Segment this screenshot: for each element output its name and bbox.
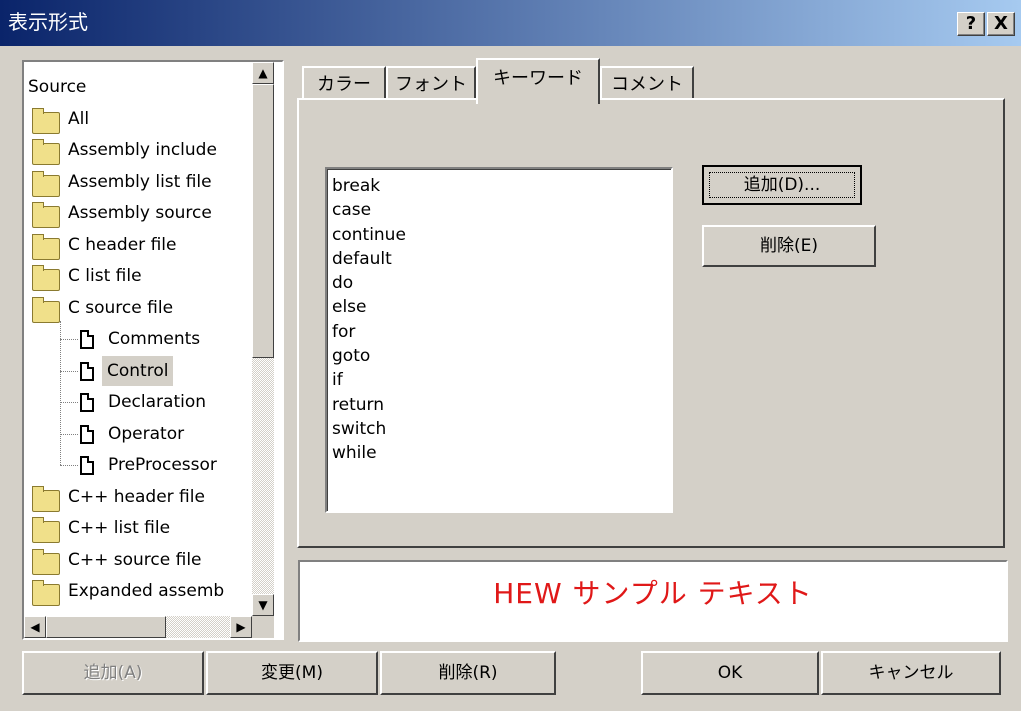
delete-button[interactable]: 削除(R) (380, 651, 556, 695)
title-bar: 表示形式 ? X (0, 0, 1021, 46)
close-button[interactable]: X (987, 12, 1015, 36)
cancel-button[interactable]: キャンセル (821, 651, 1001, 695)
add-button[interactable]: 追加(A) (22, 651, 204, 695)
scroll-right-button[interactable]: ▶ (230, 616, 252, 638)
tree-item-label: Expanded assemb (68, 581, 225, 601)
folder-icon (32, 107, 60, 134)
document-icon (80, 361, 94, 381)
folder-icon (32, 296, 60, 323)
tree-connector (60, 339, 78, 340)
keyword-item[interactable]: break (332, 174, 671, 198)
focus-rect (709, 172, 855, 198)
tab-comment[interactable]: コメント (600, 66, 694, 100)
vscroll-thumb[interactable] (252, 84, 274, 358)
category-tree[interactable]: Source All Assembly include Assembly list f… (22, 60, 284, 640)
tree-item-label: C list file (68, 266, 142, 286)
keyword-item[interactable]: goto (332, 344, 671, 368)
folder-icon (32, 202, 60, 228)
delete-keyword-label: 削除(E) (759, 236, 818, 256)
tree-item-label: All (68, 108, 90, 129)
scroll-corner (252, 616, 274, 638)
keyword-item[interactable]: do (332, 271, 671, 295)
keyword-item[interactable]: else (332, 295, 671, 319)
folder-icon (32, 548, 60, 575)
keyword-item[interactable]: switch (332, 417, 671, 441)
tree-connector (60, 433, 78, 435)
tree-item-label: Declaration (108, 392, 207, 412)
document-icon (80, 424, 94, 444)
folder-icon (32, 517, 60, 543)
keyword-list[interactable]: break case continue default do else for goto if r… (325, 167, 673, 513)
keyword-item[interactable]: continue (332, 223, 671, 247)
help-button[interactable]: ? (957, 12, 985, 36)
tree-item-label: Operator (108, 423, 185, 444)
ok-button[interactable]: OK (641, 651, 819, 695)
document-icon (80, 456, 94, 475)
scroll-down-button[interactable]: ▼ (252, 594, 274, 616)
folder-icon (32, 233, 60, 260)
tree-item-label: Assembly include (68, 140, 217, 160)
folder-icon (32, 265, 60, 291)
keyword-item[interactable]: return (332, 393, 671, 417)
folder-icon (32, 170, 60, 197)
tree-connector-vertical (60, 320, 61, 465)
tree-item-label: C source file (68, 297, 174, 318)
delete-keyword-button[interactable]: 削除(E) (702, 225, 876, 267)
tree-item-label: PreProcessor (108, 455, 217, 475)
keyword-item[interactable]: default (332, 247, 671, 271)
document-icon (80, 393, 94, 412)
hscroll-thumb[interactable] (46, 616, 166, 638)
keyword-item[interactable]: for (332, 320, 671, 344)
scroll-left-button[interactable]: ◀ (24, 616, 46, 638)
tree-item-label: Assembly source (68, 203, 212, 223)
tree-item-label: C++ list file (68, 518, 171, 538)
keyword-item[interactable]: while (332, 441, 671, 465)
tree-item-label: C header file (68, 234, 177, 255)
folder-icon (32, 580, 60, 606)
tree-root-label: Source (28, 77, 87, 97)
keyword-item[interactable]: case (332, 198, 671, 222)
tree-connector (60, 402, 78, 403)
document-icon (80, 330, 94, 349)
tab-keyword[interactable]: キーワード (476, 58, 600, 104)
folder-icon (32, 139, 60, 165)
window-title: 表示形式 (8, 10, 88, 34)
sample-text: HEW サンプル テキスト (493, 577, 813, 610)
tab-font[interactable]: フォント (386, 66, 476, 100)
change-button[interactable]: 変更(M) (206, 651, 378, 695)
tree-connector (60, 370, 78, 372)
sample-preview: HEW サンプル テキスト (298, 560, 1008, 642)
tree-item-label: C++ header file (68, 486, 205, 507)
add-keyword-button[interactable]: 追加(D)... (702, 165, 862, 205)
tree-item-label: Comments (108, 329, 201, 349)
tab-color[interactable]: カラー (302, 66, 386, 100)
folder-icon (32, 485, 60, 512)
scroll-up-button[interactable]: ▲ (252, 62, 274, 84)
keyword-item[interactable]: if (332, 368, 671, 392)
tree-item-label: Assembly list file (68, 171, 212, 192)
tree-item-label: C++ source file (68, 549, 202, 570)
tree-item-label: Control (102, 355, 174, 386)
tree-connector (60, 465, 78, 466)
keyword-list-inner: break case continue default do else for goto if r… (327, 169, 671, 511)
